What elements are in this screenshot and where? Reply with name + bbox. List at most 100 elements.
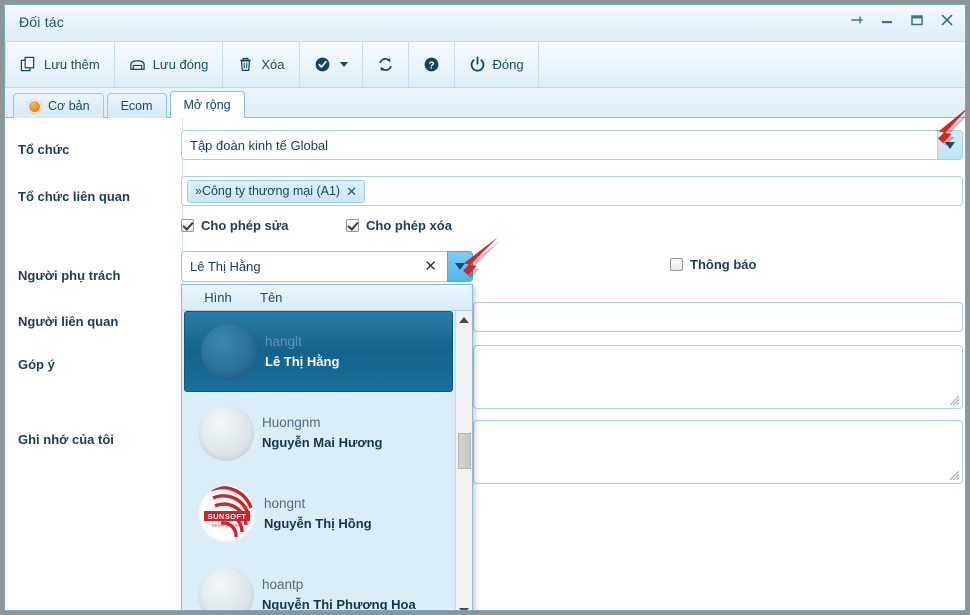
svg-text:SUNSOFT: SUNSOFT [208,512,247,521]
scroll-up-button[interactable] [456,311,472,328]
list-item-text: hanglt Lê Thị Hằng [265,332,339,372]
refresh-button[interactable] [363,42,409,87]
to-chuc-lien-quan-field[interactable]: »Công ty thương mại (A1) ✕ [181,176,963,206]
list-item-text: hoantp Nguyễn Thị Phương Hoa [262,575,416,611]
tab-ecom-label: Ecom [120,99,153,113]
save-close-button[interactable]: Lưu đóng [115,42,224,87]
screenshot-root: Đối tác Lưu thêm Lưu đóng Xóa ? Đóng Cơ … [0,0,970,615]
list-item-text: hongnt Nguyễn Thị Hồng [264,494,372,534]
dropdown-scrollbar[interactable] [455,311,472,610]
allow-edit-checkbox[interactable] [181,219,194,232]
list-item[interactable]: hoantp Nguyễn Thị Phương Hoa [182,554,455,611]
label-ghi-nho: Ghi nhớ của tôi [18,432,114,447]
to-chuc-combo [181,130,963,160]
tab-ecom[interactable]: Ecom [106,93,167,118]
nguoi-phu-trach-dropdown-button[interactable] [447,251,473,282]
ghi-nho-textarea[interactable] [473,420,963,484]
gop-y-field [473,345,963,409]
nguoi-phu-trach-dropdown-panel: Hình Tên hanglt Lê Thị Hằng Huongnm Nguy… [181,284,473,611]
nguoi-phu-trach-combo: ✕ [181,251,473,282]
list-item-username: hoantp [262,576,304,592]
list-item-fullname: Nguyễn Thị Hồng [264,515,372,531]
allow-edit-label[interactable]: Cho phép sửa [201,218,288,233]
approve-button[interactable] [300,42,363,87]
refresh-icon [378,57,392,72]
tab-co-ban-label: Cơ bản [48,99,90,113]
list-item[interactable]: Huongnm Nguyễn Mai Hương [182,392,455,473]
label-to-chuc: Tổ chức [18,142,70,157]
list-item-username: Huongnm [262,414,321,430]
avatar [198,404,254,461]
power-icon [470,56,484,72]
dropdown-col-ten: Tên [260,290,283,305]
minimize-icon[interactable] [879,12,895,28]
window-title: Đối tác [19,14,64,30]
avatar [201,323,257,380]
pin-icon[interactable] [849,12,865,28]
close-form-button[interactable]: Đóng [455,42,539,87]
save-close-label: Lưu đóng [152,57,209,72]
allow-edit-checkbox-row: Cho phép sửa [181,218,288,233]
save-add-button[interactable]: Lưu thêm [5,42,115,87]
list-item-fullname: Nguyễn Thị Phương Hoa [262,596,416,611]
svg-text:?: ? [428,60,434,71]
scrollbar-thumb[interactable] [458,433,471,469]
org-chip[interactable]: »Công ty thương mại (A1) ✕ [187,179,366,203]
gop-y-textarea[interactable] [473,345,963,409]
avatar [198,566,254,610]
allow-delete-checkbox[interactable] [346,219,359,232]
toolbar: Lưu thêm Lưu đóng Xóa ? Đóng [5,42,965,88]
save-add-label: Lưu thêm [44,57,100,72]
to-chuc-dropdown-button[interactable] [937,130,963,160]
tab-mo-rong-label: Mở rộng [183,98,231,112]
list-item[interactable]: SUNSOFT Software & Solutions hongnt Nguy… [182,473,455,554]
chevron-down-icon [945,141,955,149]
copy-icon [20,56,35,72]
help-button[interactable]: ? [409,42,455,87]
avatar: SUNSOFT Software & Solutions [198,484,256,543]
delete-label: Xóa [261,57,285,72]
orange-dot-icon [27,98,42,114]
partner-window: Đối tác Lưu thêm Lưu đóng Xóa ? Đóng Cơ … [4,4,966,611]
clear-icon[interactable]: ✕ [424,259,437,274]
label-gop-y: Góp ý [18,357,55,372]
company-logo-icon: SUNSOFT Software & Solutions [200,485,254,541]
close-icon[interactable] [939,12,955,28]
form-area: Tổ chức Tổ chức liên quan Người phụ trác… [5,118,965,610]
label-nguoi-lien-quan: Người liên quan [18,314,119,329]
title-bar: Đối tác [5,5,965,42]
delete-button[interactable]: Xóa [223,42,300,87]
dropdown-list[interactable]: hanglt Lê Thị Hằng Huongnm Nguyễn Mai Hư… [182,311,455,611]
notify-checkbox[interactable] [670,258,683,271]
allow-delete-checkbox-row: Cho phép xóa [346,218,452,233]
chevron-up-icon [459,316,469,323]
to-chuc-input[interactable] [181,130,963,160]
window-controls [849,12,955,28]
list-item-text: Huongnm Nguyễn Mai Hương [262,413,383,453]
list-item-username: hanglt [265,333,302,349]
chevron-down-icon [459,607,469,610]
notify-label[interactable]: Thông báo [690,257,756,272]
ghi-nho-field [473,420,963,484]
close-form-label: Đóng [492,57,524,72]
list-item[interactable]: hanglt Lê Thị Hằng [184,311,453,392]
nguoi-lien-quan-input[interactable] [473,302,963,332]
check-circle-icon [315,57,329,72]
tab-mo-rong[interactable]: Mở rộng [169,91,245,118]
notify-checkbox-row: Thông báo [670,257,756,272]
chip-remove-icon[interactable]: ✕ [346,185,357,198]
help-circle-icon: ? [424,57,438,71]
chevron-down-icon[interactable] [339,62,348,67]
maximize-icon[interactable] [909,12,925,28]
allow-delete-label[interactable]: Cho phép xóa [366,218,452,233]
org-chip-label: »Công ty thương mại (A1) [195,184,341,198]
tab-co-ban[interactable]: Cơ bản [13,93,104,118]
list-item-fullname: Nguyễn Mai Hương [262,434,383,450]
svg-text:Software & Solutions: Software & Solutions [211,523,243,527]
tab-bar: Cơ bản Ecom Mở rộng [5,88,965,118]
scroll-down-button[interactable] [456,602,472,610]
label-to-chuc-lien-quan: Tổ chức liên quan [18,189,130,204]
chevron-down-icon [455,263,465,270]
nguoi-lien-quan-field [473,302,963,332]
